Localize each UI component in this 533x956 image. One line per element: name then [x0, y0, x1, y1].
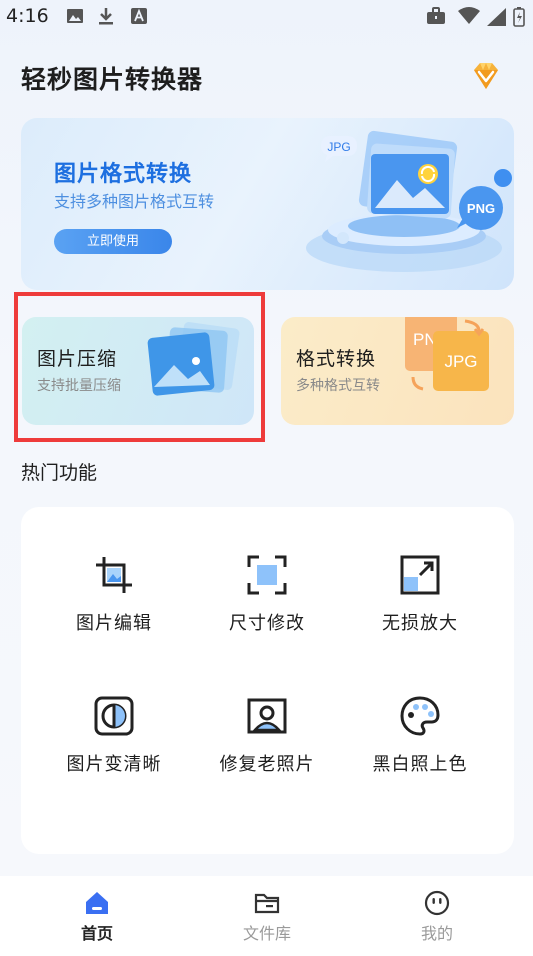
feature-restore-photo[interactable]: 修复老照片: [192, 696, 342, 806]
nav-home[interactable]: 首页: [37, 890, 157, 944]
banner-title: 图片格式转换: [54, 162, 193, 187]
resize-frame-icon: [247, 555, 287, 595]
hot-section-title: 热门功能: [21, 462, 98, 484]
jpg-format-tag: JPG: [444, 352, 477, 371]
home-icon: [86, 892, 108, 914]
feature-label: 图片变清晰: [66, 754, 162, 775]
app-notification-icon: [131, 8, 147, 24]
work-profile-icon: [427, 7, 445, 24]
smile-icon: [424, 890, 450, 916]
convert-card-title: 格式转换: [296, 348, 377, 370]
feature-sharpen[interactable]: 图片变清晰: [39, 696, 189, 806]
crop-icon: [96, 557, 132, 593]
download-notification-icon: [99, 8, 113, 25]
gallery-notification-icon: [67, 9, 83, 23]
feature-label: 无损放大: [382, 613, 458, 634]
feature-label: 尺寸修改: [229, 613, 305, 634]
png-tag: PNG: [467, 201, 495, 216]
status-bar: 4:16: [0, 0, 533, 34]
app-title: 轻秒图片转换器: [21, 65, 204, 94]
nav-profile[interactable]: 我的: [377, 890, 497, 944]
feature-label: 修复老照片: [219, 754, 315, 775]
nav-files[interactable]: 文件库: [207, 890, 327, 944]
convert-card[interactable]: 格式转换 多种格式互转 PN JPG: [281, 317, 514, 425]
hot-features-panel: 图片编辑 尺寸修改 无损放大 图片变清晰 修复老照片 黑白照上色: [21, 507, 514, 854]
feature-label: 黑白照上色: [372, 754, 468, 775]
status-time: 4:16: [6, 5, 49, 27]
enlarge-icon: [400, 555, 440, 595]
convert-format-icon: PN JPG: [405, 317, 489, 391]
battery-icon: [513, 7, 525, 27]
use-now-button[interactable]: 立即使用: [54, 229, 172, 254]
nav-files-label: 文件库: [242, 924, 291, 943]
bottom-nav: 首页 文件库 我的: [0, 876, 533, 956]
banner-subtitle: 支持多种图片格式互转: [54, 192, 215, 211]
nav-profile-label: 我的: [420, 924, 453, 943]
palette-icon: [400, 696, 440, 736]
jpg-tag: JPG: [327, 140, 350, 154]
feature-colorize[interactable]: 黑白照上色: [345, 696, 495, 806]
banner-illustration: JPG PNG: [306, 130, 512, 272]
feature-label: 图片编辑: [76, 613, 152, 634]
vip-diamond-icon[interactable]: [469, 60, 503, 92]
folder-icon: [254, 893, 280, 914]
convert-card-subtitle: 多种格式互转: [296, 378, 380, 394]
feature-image-edit[interactable]: 图片编辑: [39, 555, 189, 665]
nav-home-label: 首页: [80, 924, 113, 943]
wifi-icon: [458, 7, 480, 24]
format-convert-banner[interactable]: 图片格式转换 支持多种图片格式互转 立即使用 JPG PNG: [21, 118, 514, 290]
feature-lossless-enlarge[interactable]: 无损放大: [345, 555, 495, 665]
signal-icon: [487, 8, 506, 26]
highlight-box: [14, 292, 265, 442]
portrait-icon: [247, 698, 287, 734]
sharpen-icon: [94, 696, 134, 736]
feature-resize[interactable]: 尺寸修改: [192, 555, 342, 665]
